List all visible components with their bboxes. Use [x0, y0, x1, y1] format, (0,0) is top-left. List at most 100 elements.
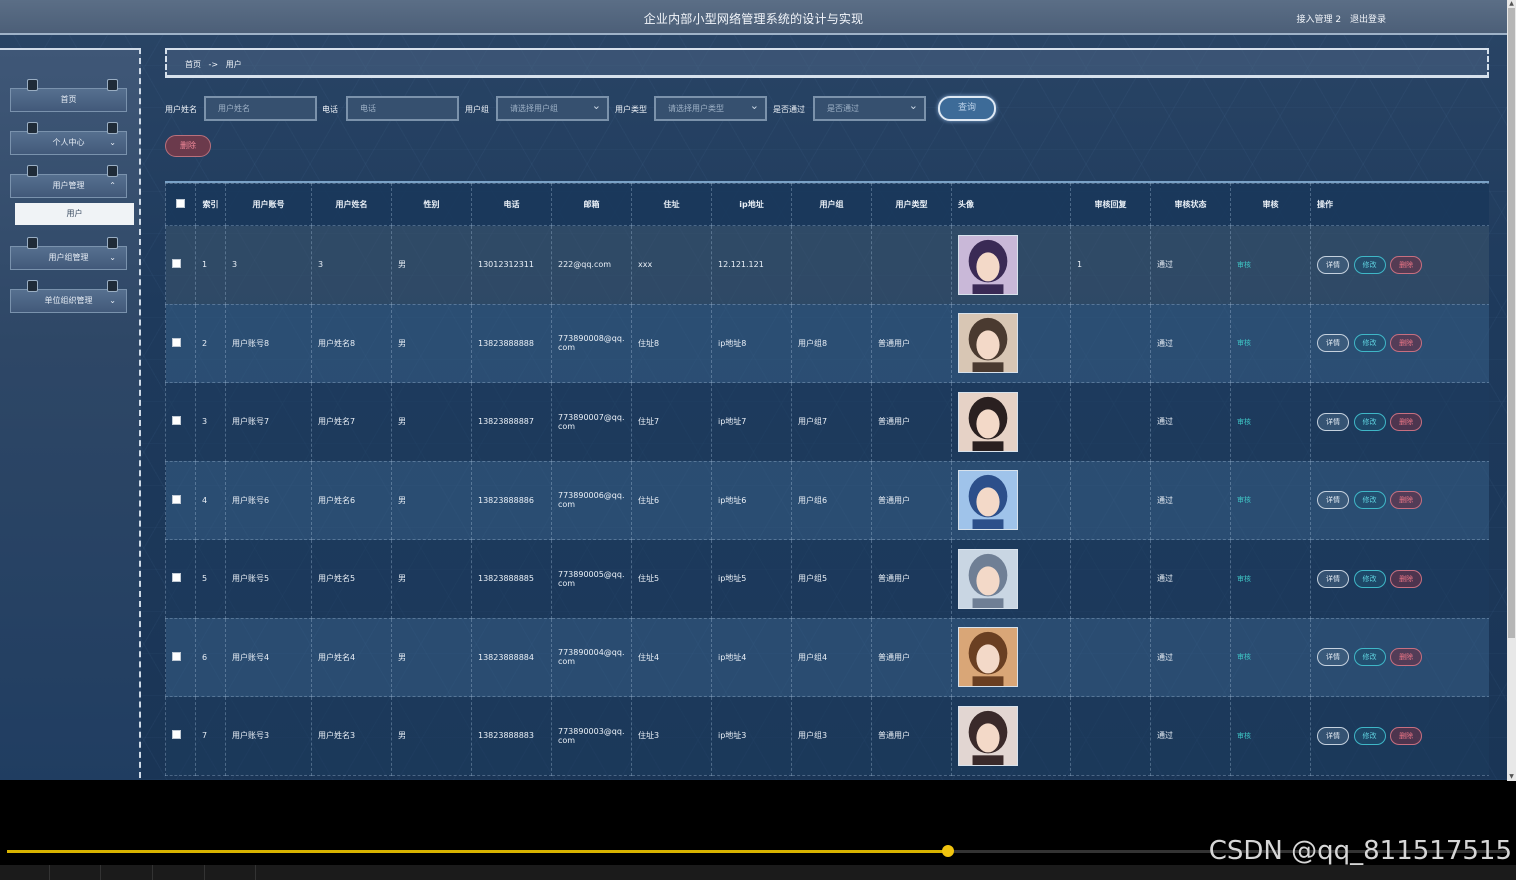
delete-button[interactable]: 删除 — [1390, 334, 1423, 353]
cell-index: 2 — [195, 303, 226, 383]
cell-account: 用户账号6 — [225, 460, 312, 540]
cell-actions: 详情 修改 删除 — [1310, 617, 1489, 697]
edit-button[interactable]: 修改 — [1353, 491, 1386, 510]
edit-button[interactable]: 修改 — [1353, 648, 1386, 667]
row-checkbox[interactable] — [165, 303, 196, 383]
cell-index: 5 — [195, 539, 226, 619]
sidebar-item-label: 用户管理 — [52, 181, 85, 190]
detail-button[interactable]: 详情 — [1317, 726, 1349, 745]
page-scrollbar[interactable]: ▲ ▼ — [1507, 0, 1516, 781]
watermark-text: CSDN @qq_811517515 — [1208, 836, 1512, 866]
audit-link[interactable]: 审核 — [1237, 653, 1251, 661]
cell-avatar — [951, 617, 1071, 697]
scroll-up-icon[interactable]: ▲ — [1507, 0, 1516, 8]
cell-status: 通过 — [1150, 617, 1231, 697]
cell-ip: ip地址5 — [711, 539, 792, 619]
breadcrumb-home[interactable]: 首页 — [185, 60, 201, 69]
column-header: 索引 — [195, 183, 226, 226]
cell-ip: ip地址6 — [711, 460, 792, 540]
row-checkbox[interactable] — [165, 382, 196, 462]
audit-link[interactable]: 审核 — [1237, 732, 1251, 740]
bulk-delete-button[interactable]: 删除 — [165, 135, 211, 157]
detail-button[interactable]: 详情 — [1317, 491, 1349, 510]
cell-index: 3 — [195, 382, 226, 462]
audit-link[interactable]: 审核 — [1237, 575, 1251, 583]
detail-button[interactable]: 详情 — [1317, 412, 1349, 431]
audit-link[interactable]: 审核 — [1237, 261, 1251, 269]
row-checkbox[interactable] — [165, 617, 196, 697]
sidebar-item-home[interactable]: 首页 — [10, 79, 127, 112]
detail-button[interactable]: 详情 — [1317, 648, 1349, 667]
cell-type: 普通用户 — [871, 539, 952, 619]
audit-link[interactable]: 审核 — [1237, 339, 1251, 347]
cell-email: 773890007@qq.com — [551, 382, 632, 462]
edit-button[interactable]: 修改 — [1353, 569, 1386, 588]
detail-button[interactable]: 详情 — [1317, 334, 1349, 353]
filter-bar: 用户姓名 用户姓名 电话 电话 用户组 请选择用户组 用户类型 请选择用户类型 … — [165, 95, 1065, 122]
cell-actions: 详情 修改 删除 — [1310, 696, 1489, 776]
detail-button[interactable]: 详情 — [1317, 255, 1349, 274]
cell-phone: 13012312311 — [471, 225, 552, 305]
cell-gender: 男 — [391, 696, 472, 776]
row-checkbox[interactable] — [165, 225, 196, 305]
cell-account: 用户账号3 — [225, 696, 312, 776]
edit-button[interactable]: 修改 — [1353, 334, 1386, 353]
cell-reply — [1070, 696, 1151, 776]
passed-filter-select[interactable]: 是否通过 — [813, 95, 926, 121]
table-row: 4 用户账号6 用户姓名6 男 13823888886 773890006@qq.com 住… — [165, 460, 1489, 540]
query-button[interactable]: 查询 — [938, 96, 996, 121]
cell-phone: 13823888888 — [471, 303, 552, 383]
cell-status: 通过 — [1150, 303, 1231, 383]
phone-filter-label: 电话 — [322, 105, 338, 114]
row-checkbox[interactable] — [165, 539, 196, 619]
type-filter-label: 用户类型 — [615, 105, 647, 114]
row-checkbox[interactable] — [165, 460, 196, 540]
sidebar-subitem-user[interactable]: 用户 — [15, 203, 134, 225]
row-checkbox[interactable] — [165, 696, 196, 776]
cell-audit: 审核 — [1230, 460, 1311, 540]
cell-reply: 1 — [1070, 225, 1151, 305]
avatar-image — [958, 313, 1018, 374]
edit-button[interactable]: 修改 — [1353, 726, 1386, 745]
breadcrumb-current: 用户 — [225, 60, 242, 69]
audit-link[interactable]: 审核 — [1237, 496, 1251, 504]
sidebar-item-user-management[interactable]: 用户管理 ⌃ — [10, 165, 127, 198]
select-all-checkbox[interactable] — [165, 183, 196, 226]
delete-button[interactable]: 删除 — [1390, 648, 1423, 667]
scroll-down-icon[interactable]: ▼ — [1507, 773, 1516, 781]
delete-button[interactable]: 删除 — [1390, 491, 1423, 510]
cell-ip: ip地址7 — [711, 382, 792, 462]
delete-button[interactable]: 删除 — [1390, 255, 1423, 274]
sidebar-item-label: 个人中心 — [52, 138, 85, 147]
scrollbar-thumb[interactable] — [1508, 8, 1515, 638]
app-window: 企业内部小型网络管理系统的设计与实现 接入管理 2 退出登录 首页 个人中心 ⌄… — [0, 0, 1507, 780]
type-filter-select[interactable]: 请选择用户类型 — [654, 95, 767, 121]
delete-button[interactable]: 删除 — [1390, 412, 1423, 431]
audit-link[interactable]: 审核 — [1237, 418, 1251, 426]
column-header: 用户组 — [791, 183, 872, 226]
cell-ip: ip地址4 — [711, 617, 792, 697]
username-filter-input[interactable]: 用户姓名 — [204, 96, 317, 121]
progress-knob[interactable] — [941, 845, 954, 857]
cell-reply — [1070, 539, 1151, 619]
edit-button[interactable]: 修改 — [1353, 255, 1386, 274]
sidebar-item-org-management[interactable]: 单位组织管理 ⌄ — [10, 280, 127, 313]
logout-link[interactable]: 退出登录 — [1350, 15, 1386, 25]
cell-gender: 男 — [391, 539, 472, 619]
cell-account: 用户账号5 — [225, 539, 312, 619]
cell-avatar — [951, 460, 1071, 540]
group-filter-label: 用户组 — [465, 105, 489, 114]
sidebar-item-personal-center[interactable]: 个人中心 ⌄ — [10, 122, 127, 155]
delete-button[interactable]: 删除 — [1390, 569, 1423, 588]
edit-button[interactable]: 修改 — [1353, 412, 1386, 431]
cell-account: 3 — [225, 225, 312, 305]
clip-decoration — [27, 165, 38, 177]
cell-address: 住址4 — [631, 617, 712, 697]
detail-button[interactable]: 详情 — [1317, 569, 1349, 588]
delete-button[interactable]: 删除 — [1390, 726, 1423, 745]
avatar-image — [958, 470, 1018, 531]
sidebar-item-user-group-management[interactable]: 用户组管理 ⌄ — [10, 237, 127, 270]
phone-filter-input[interactable]: 电话 — [346, 96, 459, 121]
group-filter-select[interactable]: 请选择用户组 — [496, 95, 609, 121]
progress-played — [7, 850, 948, 853]
